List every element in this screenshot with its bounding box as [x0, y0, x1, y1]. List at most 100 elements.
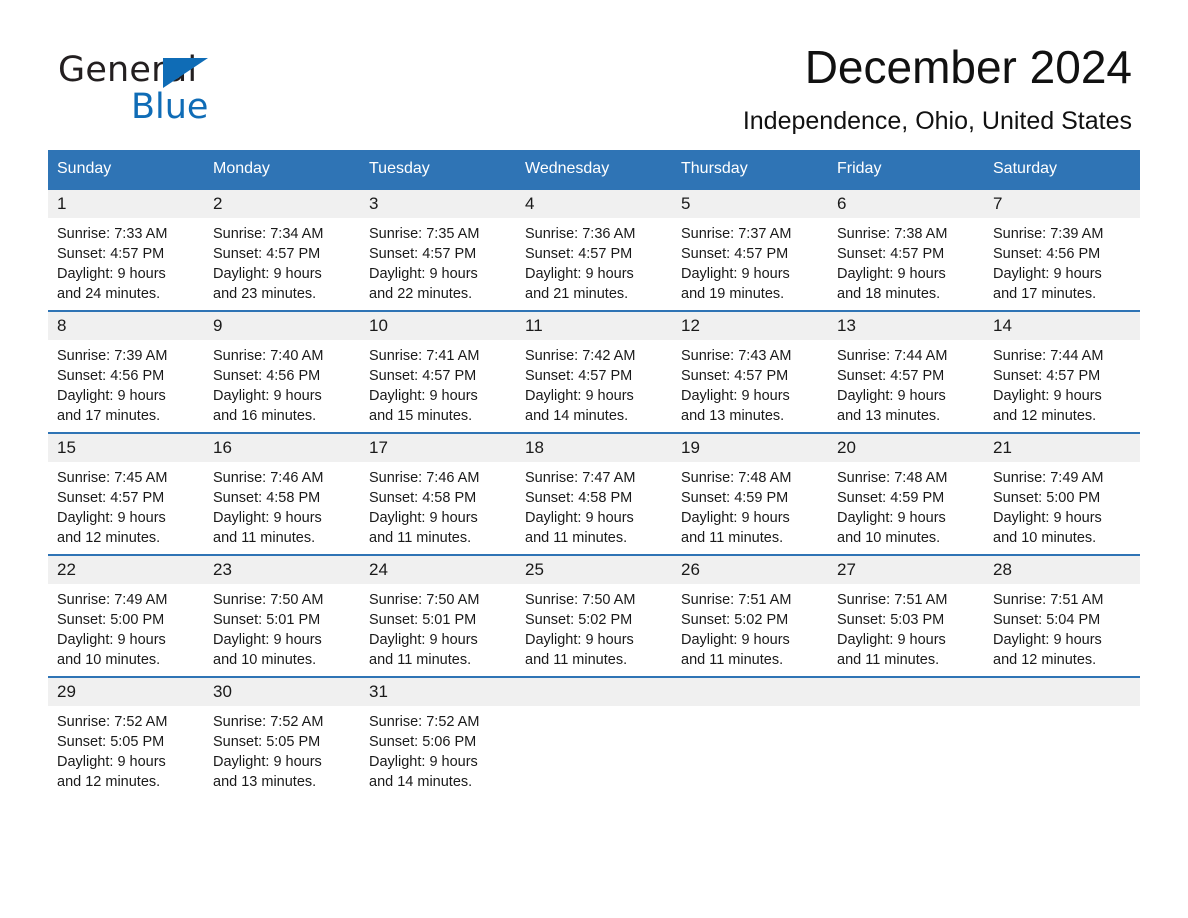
sunset-text: Sunset: 5:00 PM: [57, 612, 165, 628]
sunset-text: Sunset: 5:05 PM: [57, 734, 165, 750]
day-details: Sunrise: 7:45 AM Sunset: 4:57 PM Daylight:…: [48, 462, 204, 548]
sunrise-text: Sunrise: 7:34 AM: [213, 226, 324, 242]
daylight-text-line2: and 14 minutes.: [369, 774, 473, 790]
day-details: Sunrise: 7:51 AM Sunset: 5:04 PM Daylight:…: [984, 584, 1140, 670]
day-cell[interactable]: 7 Sunrise: 7:39 AM Sunset: 4:56 PM Daylight…: [984, 188, 1140, 311]
day-details: Sunrise: 7:40 AM Sunset: 4:56 PM Daylight:…: [204, 340, 360, 426]
sunrise-text: Sunrise: 7:42 AM: [525, 348, 636, 364]
day-cell[interactable]: 28 Sunrise: 7:51 AM Sunset: 5:04 PM Dayligh…: [984, 554, 1140, 677]
day-cell[interactable]: 26 Sunrise: 7:51 AM Sunset: 5:02 PM Dayligh…: [672, 554, 828, 677]
day-details: Sunrise: 7:51 AM Sunset: 5:03 PM Daylight:…: [828, 584, 984, 670]
daylight-text-line2: and 16 minutes.: [213, 408, 317, 424]
daylight-text-line1: Daylight: 9 hours: [525, 266, 634, 282]
day-cell[interactable]: 23 Sunrise: 7:50 AM Sunset: 5:01 PM Dayligh…: [204, 554, 360, 677]
day-number: 19: [672, 434, 828, 462]
page-title: December 2024: [804, 41, 1132, 93]
day-number: 12: [672, 312, 828, 340]
day-cell[interactable]: 10 Sunrise: 7:41 AM Sunset: 4:57 PM Dayligh…: [360, 310, 516, 433]
sunset-text: Sunset: 5:02 PM: [681, 612, 789, 628]
sunrise-text: Sunrise: 7:47 AM: [525, 470, 636, 486]
day-number: [516, 678, 672, 706]
day-cell[interactable]: 5 Sunrise: 7:37 AM Sunset: 4:57 PM Daylight…: [672, 188, 828, 311]
day-cell[interactable]: 31 Sunrise: 7:52 AM Sunset: 5:06 PM Dayligh…: [360, 676, 516, 798]
day-cell[interactable]: 30 Sunrise: 7:52 AM Sunset: 5:05 PM Dayligh…: [204, 676, 360, 798]
sunrise-text: Sunrise: 7:40 AM: [213, 348, 324, 364]
day-number: [672, 678, 828, 706]
day-cell[interactable]: 3 Sunrise: 7:35 AM Sunset: 4:57 PM Daylight…: [360, 188, 516, 311]
daylight-text-line2: and 22 minutes.: [369, 286, 473, 302]
day-cell[interactable]: 25 Sunrise: 7:50 AM Sunset: 5:02 PM Dayligh…: [516, 554, 672, 677]
day-cell[interactable]: 11 Sunrise: 7:42 AM Sunset: 4:57 PM Dayligh…: [516, 310, 672, 433]
day-cell[interactable]: 21 Sunrise: 7:49 AM Sunset: 5:00 PM Dayligh…: [984, 432, 1140, 555]
sunrise-text: Sunrise: 7:51 AM: [837, 592, 948, 608]
day-cell[interactable]: 2 Sunrise: 7:34 AM Sunset: 4:57 PM Daylight…: [204, 188, 360, 311]
day-cell[interactable]: 29 Sunrise: 7:52 AM Sunset: 5:05 PM Dayligh…: [48, 676, 204, 798]
day-cell[interactable]: 22 Sunrise: 7:49 AM Sunset: 5:00 PM Dayligh…: [48, 554, 204, 677]
week-row: 29 Sunrise: 7:52 AM Sunset: 5:05 PM Dayligh…: [48, 676, 1140, 798]
day-number: 16: [204, 434, 360, 462]
daylight-text-line2: and 10 minutes.: [993, 530, 1097, 546]
daylight-text-line2: and 10 minutes.: [213, 652, 317, 668]
daylight-text-line1: Daylight: 9 hours: [837, 266, 946, 282]
daylight-text-line2: and 11 minutes.: [213, 530, 316, 546]
day-number: 11: [516, 312, 672, 340]
day-cell[interactable]: 18 Sunrise: 7:47 AM Sunset: 4:58 PM Dayligh…: [516, 432, 672, 555]
daylight-text-line1: Daylight: 9 hours: [993, 632, 1102, 648]
day-cell[interactable]: 16 Sunrise: 7:46 AM Sunset: 4:58 PM Dayligh…: [204, 432, 360, 555]
weekday-header-thursday: Thursday: [672, 150, 828, 189]
day-cell[interactable]: 4 Sunrise: 7:36 AM Sunset: 4:57 PM Daylight…: [516, 188, 672, 311]
logo-text-blue: Blue: [131, 87, 209, 127]
day-cell[interactable]: 14 Sunrise: 7:44 AM Sunset: 4:57 PM Dayligh…: [984, 310, 1140, 433]
sunset-text: Sunset: 4:57 PM: [837, 246, 945, 262]
day-details: Sunrise: 7:52 AM Sunset: 5:06 PM Daylight:…: [360, 706, 516, 792]
day-cell[interactable]: 9 Sunrise: 7:40 AM Sunset: 4:56 PM Daylight…: [204, 310, 360, 433]
daylight-text-line1: Daylight: 9 hours: [993, 510, 1102, 526]
daylight-text-line2: and 11 minutes.: [525, 652, 628, 668]
sunset-text: Sunset: 4:57 PM: [369, 368, 477, 384]
sunset-text: Sunset: 5:01 PM: [369, 612, 477, 628]
sunrise-text: Sunrise: 7:49 AM: [57, 592, 168, 608]
sunset-text: Sunset: 4:59 PM: [681, 490, 789, 506]
sunrise-text: Sunrise: 7:37 AM: [681, 226, 792, 242]
week-row: 22 Sunrise: 7:49 AM Sunset: 5:00 PM Dayligh…: [48, 554, 1140, 677]
sunrise-text: Sunrise: 7:46 AM: [213, 470, 324, 486]
day-cell[interactable]: 13 Sunrise: 7:44 AM Sunset: 4:57 PM Dayligh…: [828, 310, 984, 433]
day-details: Sunrise: 7:39 AM Sunset: 4:56 PM Daylight:…: [984, 218, 1140, 304]
day-cell[interactable]: 17 Sunrise: 7:46 AM Sunset: 4:58 PM Dayligh…: [360, 432, 516, 555]
daylight-text-line2: and 19 minutes.: [681, 286, 785, 302]
sunrise-text: Sunrise: 7:44 AM: [993, 348, 1104, 364]
day-cell[interactable]: 27 Sunrise: 7:51 AM Sunset: 5:03 PM Dayligh…: [828, 554, 984, 677]
day-cell-empty: [672, 676, 828, 798]
sunrise-text: Sunrise: 7:36 AM: [525, 226, 636, 242]
sunset-text: Sunset: 4:58 PM: [213, 490, 321, 506]
day-cell[interactable]: 8 Sunrise: 7:39 AM Sunset: 4:56 PM Daylight…: [48, 310, 204, 433]
day-number: 18: [516, 434, 672, 462]
day-cell[interactable]: 1 Sunrise: 7:33 AM Sunset: 4:57 PM Daylight…: [48, 188, 204, 311]
daylight-text-line1: Daylight: 9 hours: [837, 632, 946, 648]
sunset-text: Sunset: 5:02 PM: [525, 612, 633, 628]
daylight-text-line2: and 23 minutes.: [213, 286, 317, 302]
sunset-text: Sunset: 5:06 PM: [369, 734, 477, 750]
sunset-text: Sunset: 4:57 PM: [525, 246, 633, 262]
general-blue-logo[interactable]: General Blue: [58, 50, 318, 130]
daylight-text-line2: and 13 minutes.: [681, 408, 785, 424]
sunset-text: Sunset: 5:04 PM: [993, 612, 1101, 628]
day-cell[interactable]: 20 Sunrise: 7:48 AM Sunset: 4:59 PM Dayligh…: [828, 432, 984, 555]
sunset-text: Sunset: 4:57 PM: [525, 368, 633, 384]
day-cell[interactable]: 15 Sunrise: 7:45 AM Sunset: 4:57 PM Dayligh…: [48, 432, 204, 555]
sunrise-text: Sunrise: 7:51 AM: [993, 592, 1104, 608]
day-cell[interactable]: 12 Sunrise: 7:43 AM Sunset: 4:57 PM Dayligh…: [672, 310, 828, 433]
day-cell[interactable]: 6 Sunrise: 7:38 AM Sunset: 4:57 PM Daylight…: [828, 188, 984, 311]
day-details: Sunrise: 7:51 AM Sunset: 5:02 PM Daylight:…: [672, 584, 828, 670]
day-number: 26: [672, 556, 828, 584]
daylight-text-line2: and 13 minutes.: [213, 774, 317, 790]
day-cell[interactable]: 24 Sunrise: 7:50 AM Sunset: 5:01 PM Dayligh…: [360, 554, 516, 677]
weekday-header-row: Sunday Monday Tuesday Wednesday Thursday…: [48, 150, 1140, 189]
day-number: 8: [48, 312, 204, 340]
daylight-text-line1: Daylight: 9 hours: [681, 266, 790, 282]
daylight-text-line2: and 13 minutes.: [837, 408, 941, 424]
day-details: Sunrise: 7:49 AM Sunset: 5:00 PM Daylight:…: [984, 462, 1140, 548]
day-details: Sunrise: 7:50 AM Sunset: 5:01 PM Daylight:…: [204, 584, 360, 670]
day-cell[interactable]: 19 Sunrise: 7:48 AM Sunset: 4:59 PM Dayligh…: [672, 432, 828, 555]
sunset-text: Sunset: 5:05 PM: [213, 734, 321, 750]
